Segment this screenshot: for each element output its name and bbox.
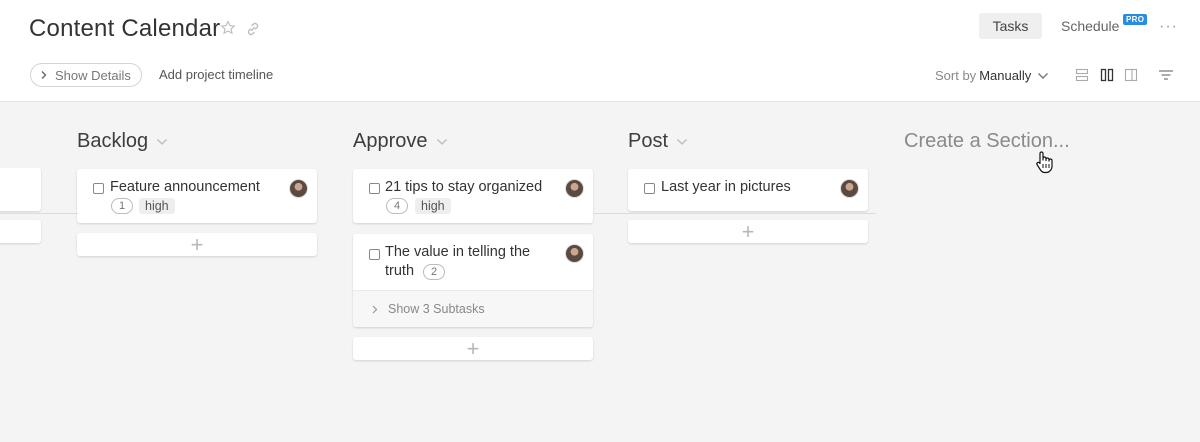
list-view-icon[interactable] (1075, 68, 1089, 82)
page-title: Content Calendar (29, 15, 221, 42)
add-task-button[interactable]: + (628, 219, 868, 244)
show-details-label: Show Details (55, 67, 131, 83)
column-title: Backlog (77, 130, 149, 152)
add-project-timeline-link[interactable]: Add project timeline (159, 67, 273, 82)
comment-count-badge[interactable]: 2 (423, 264, 445, 280)
sort-dropdown[interactable]: Sort by Manually (935, 68, 1049, 83)
column-header-approve[interactable]: Approve (353, 130, 448, 153)
chevron-down-icon[interactable] (436, 138, 448, 146)
column-title: Approve (353, 130, 428, 152)
divider (50, 213, 78, 214)
add-task-button[interactable] (0, 220, 41, 243)
chevron-down-icon[interactable] (676, 138, 688, 146)
filter-icon[interactable] (1158, 69, 1174, 81)
tab-tasks[interactable]: Tasks (979, 13, 1042, 39)
more-options-icon[interactable]: ··· (1159, 18, 1178, 36)
tab-schedule[interactable]: Schedule (1061, 18, 1119, 34)
priority-tag[interactable]: high (415, 198, 451, 214)
task-card-last-year-in-pictures[interactable]: Last year in pictures (628, 169, 868, 211)
link-icon[interactable] (245, 21, 261, 37)
chevron-down-icon (1038, 72, 1049, 79)
task-checkbox[interactable] (93, 183, 104, 194)
show-subtasks-button[interactable]: Show 3 Subtasks (353, 290, 593, 327)
project-header: Content Calendar Tasks Schedule PRO ··· … (0, 0, 1200, 102)
task-title-line2: truth (385, 263, 415, 279)
column-header-backlog[interactable]: Backlog (77, 130, 168, 153)
add-task-button[interactable]: + (77, 232, 317, 257)
task-card-21-tips[interactable]: 21 tips to stay organized 4 high (353, 169, 593, 223)
task-title: 21 tips to stay organized (385, 179, 543, 195)
avatar[interactable] (289, 179, 308, 198)
avatar[interactable] (565, 244, 584, 263)
show-subtasks-label: Show 3 Subtasks (388, 302, 485, 316)
show-details-button[interactable]: Show Details (30, 63, 142, 87)
priority-tag[interactable]: high (139, 198, 175, 214)
sort-label: Sort by (935, 68, 977, 83)
sort-value: Manually (979, 68, 1032, 83)
task-title: Last year in pictures (661, 179, 791, 195)
task-checkbox[interactable] (369, 183, 380, 194)
avatar[interactable] (565, 179, 584, 198)
task-card[interactable] (0, 168, 41, 211)
board-view-icon[interactable] (1100, 68, 1114, 82)
comment-count-badge[interactable]: 4 (386, 198, 408, 214)
avatar[interactable] (840, 179, 859, 198)
pro-badge: PRO (1123, 14, 1148, 25)
chevron-right-icon (41, 71, 47, 79)
chevron-down-icon[interactable] (156, 138, 168, 146)
add-task-button[interactable]: + (353, 336, 593, 361)
task-title-line1: The value in telling the (385, 244, 531, 260)
star-icon[interactable] (220, 20, 236, 36)
divider (594, 213, 876, 214)
split-view-icon[interactable] (1124, 68, 1138, 82)
chevron-right-icon (372, 305, 378, 313)
task-card-feature-announcement[interactable]: Feature announcement 1 high (77, 169, 317, 223)
task-title: Feature announcement (110, 179, 260, 195)
task-checkbox[interactable] (369, 249, 380, 260)
column-header-post[interactable]: Post (628, 130, 688, 153)
divider (0, 213, 50, 214)
cursor-hand-icon (1036, 151, 1053, 174)
task-checkbox[interactable] (644, 183, 655, 194)
comment-count-badge[interactable]: 1 (111, 198, 133, 214)
column-title: Post (628, 130, 669, 152)
